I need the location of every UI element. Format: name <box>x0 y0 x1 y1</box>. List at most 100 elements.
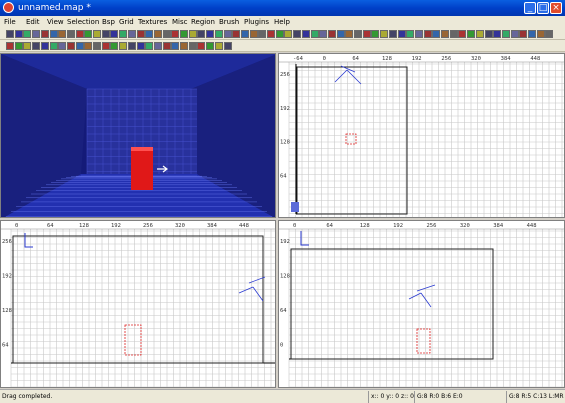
toolbar-icon[interactable] <box>75 30 84 38</box>
toolbar-icon[interactable] <box>545 30 554 38</box>
toolbar-icon[interactable] <box>127 42 136 50</box>
toolbar-icon[interactable] <box>449 30 458 38</box>
toolbar-icon[interactable] <box>40 30 49 38</box>
toolbar-icon[interactable] <box>101 42 110 50</box>
toolbar-icon[interactable] <box>327 30 336 38</box>
toolbar-icon[interactable] <box>293 30 302 38</box>
toolbar-icon[interactable] <box>458 30 467 38</box>
toolbar-icon[interactable] <box>84 42 93 50</box>
toolbar-icon[interactable] <box>14 30 23 38</box>
toolbar-icon[interactable] <box>153 42 162 50</box>
toolbar-icon[interactable] <box>519 30 528 38</box>
toolbar-icon[interactable] <box>6 30 14 38</box>
toolbar-icon[interactable] <box>188 30 197 38</box>
toolbar-icon[interactable] <box>380 30 389 38</box>
toolbar-icon[interactable] <box>171 30 180 38</box>
toolbar-icon[interactable] <box>423 30 432 38</box>
toolbar-icon[interactable] <box>145 30 154 38</box>
menu-textures[interactable]: Textures <box>138 17 167 27</box>
toolbar-icon[interactable] <box>284 30 293 38</box>
toolbar-icon[interactable] <box>432 30 441 38</box>
toolbar-icon[interactable] <box>232 30 241 38</box>
toolbar-icon[interactable] <box>467 30 476 38</box>
toolbar-icon[interactable] <box>127 30 136 38</box>
menu-grid[interactable]: Grid <box>119 17 134 27</box>
toolbar-icon[interactable] <box>206 42 215 50</box>
toolbar-icon[interactable] <box>223 42 232 50</box>
toolbar-icon[interactable] <box>371 30 380 38</box>
camera-viewport[interactable] <box>0 53 276 218</box>
toolbar-icon[interactable] <box>475 30 484 38</box>
toolbar-icon[interactable] <box>354 30 362 38</box>
toolbar-icon[interactable] <box>301 30 310 38</box>
toolbar-icon[interactable] <box>501 30 510 38</box>
toolbar-icon[interactable] <box>310 30 319 38</box>
title-bar[interactable]: unnamed.map * _ □ × <box>0 0 565 16</box>
close-button[interactable]: × <box>550 2 562 14</box>
toolbar-icon[interactable] <box>49 30 58 38</box>
toolbar-icon[interactable] <box>119 42 128 50</box>
toolbar-icon[interactable] <box>406 30 415 38</box>
toolbar-icon[interactable] <box>153 30 162 38</box>
menu-brush[interactable]: Brush <box>219 17 239 27</box>
maximize-button[interactable]: □ <box>537 2 549 14</box>
toolbar-icon[interactable] <box>32 30 41 38</box>
menu-help[interactable]: Help <box>274 17 290 27</box>
toolbar-icon[interactable] <box>484 30 493 38</box>
toolbar-icon[interactable] <box>188 42 197 50</box>
toolbar-icon[interactable] <box>180 30 188 38</box>
minimize-button[interactable]: _ <box>524 2 536 14</box>
toolbar-icon[interactable] <box>171 42 180 50</box>
toolbar-icon[interactable] <box>93 30 101 38</box>
toolbar-icon[interactable] <box>93 42 101 50</box>
toolbar-icon[interactable] <box>510 30 519 38</box>
toolbar-icon[interactable] <box>388 30 397 38</box>
menu-plugins[interactable]: Plugins <box>244 17 269 27</box>
toolbar-icon[interactable] <box>528 30 536 38</box>
toolbar-icon[interactable] <box>136 42 145 50</box>
toolbar-icon[interactable] <box>110 30 119 38</box>
front-view-viewport[interactable]: 0 64 128 192 256 320 384 448 256 192 128 64 <box>0 220 276 388</box>
toolbar-icon[interactable] <box>336 30 345 38</box>
toolbar-icon[interactable] <box>214 42 223 50</box>
top-view-viewport[interactable]: -64 0 64 128 192 256 320 384 448 256 192 128 64 <box>278 53 565 218</box>
toolbar-icon[interactable] <box>14 42 23 50</box>
toolbar-icon[interactable] <box>145 42 154 50</box>
toolbar-icon[interactable] <box>162 42 171 50</box>
toolbar-icon[interactable] <box>119 30 128 38</box>
toolbar-icon[interactable] <box>101 30 110 38</box>
menu-edit[interactable]: Edit <box>26 17 40 27</box>
toolbar-icon[interactable] <box>414 30 423 38</box>
toolbar-icon[interactable] <box>397 30 406 38</box>
toolbar-icon[interactable] <box>49 42 58 50</box>
toolbar-icon[interactable] <box>362 30 371 38</box>
toolbar-icon[interactable] <box>162 30 171 38</box>
side-view-viewport[interactable]: 0 64 128 192 256 320 384 448 192 128 64 0 <box>278 220 565 388</box>
toolbar-icon[interactable] <box>6 42 14 50</box>
menu-file[interactable]: File <box>4 17 16 27</box>
toolbar-icon[interactable] <box>23 30 32 38</box>
menu-view[interactable]: View <box>47 17 64 27</box>
toolbar-icon[interactable] <box>240 30 249 38</box>
toolbar-icon[interactable] <box>197 30 206 38</box>
toolbar-icon[interactable] <box>249 30 258 38</box>
toolbar-icon[interactable] <box>110 42 119 50</box>
menu-region[interactable]: Region <box>191 17 215 27</box>
toolbar-icon[interactable] <box>32 42 41 50</box>
toolbar-icon[interactable] <box>319 30 328 38</box>
menu-bsp[interactable]: Bsp <box>102 17 115 27</box>
toolbar-icon[interactable] <box>275 30 284 38</box>
toolbar-icon[interactable] <box>493 30 502 38</box>
toolbar-icon[interactable] <box>345 30 354 38</box>
toolbar-icon[interactable] <box>206 30 215 38</box>
toolbar-icon[interactable] <box>180 42 188 50</box>
menu-selection[interactable]: Selection <box>67 17 99 27</box>
toolbar-icon[interactable] <box>66 30 75 38</box>
toolbar-icon[interactable] <box>66 42 75 50</box>
toolbar-icon[interactable] <box>136 30 145 38</box>
toolbar-icon[interactable] <box>58 42 67 50</box>
toolbar-icon[interactable] <box>40 42 49 50</box>
toolbar-icon[interactable] <box>441 30 449 38</box>
toolbar-icon[interactable] <box>75 42 84 50</box>
toolbar-icon[interactable] <box>258 30 267 38</box>
